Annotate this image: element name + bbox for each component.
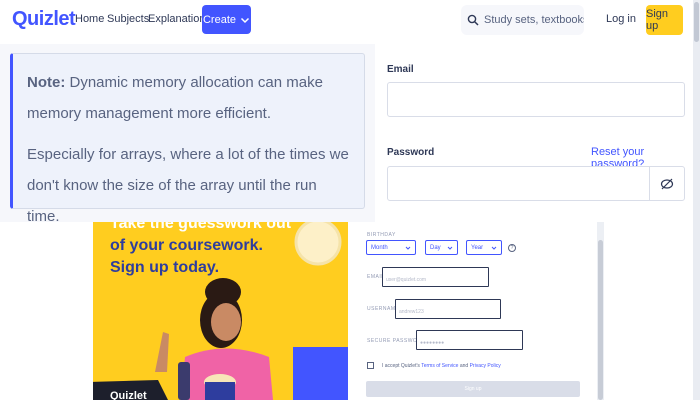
terms-text: I accept Quizlet's Terms of Service and … [382, 363, 501, 369]
signup-email-input[interactable] [383, 271, 488, 289]
quizlet-logo[interactable]: Quizlet [12, 8, 76, 31]
birthday-month-select[interactable]: Month [366, 240, 416, 255]
promo-logo: Quizlet [110, 390, 147, 400]
year-select-label: Year [471, 244, 484, 251]
nav-link-home[interactable]: Home [75, 13, 104, 25]
modal-scrollbar-thumb[interactable] [598, 240, 603, 400]
promo-headline-line1: Take the guesswork out [110, 222, 292, 232]
password-label: Password [387, 147, 435, 158]
note-detail: Especially for arrays, where a lot of th… [27, 146, 349, 225]
chevron-down-icon [491, 246, 497, 250]
day-select-label: Day [430, 244, 441, 251]
chevron-down-icon [240, 17, 250, 23]
accept-terms-checkbox[interactable] [367, 362, 374, 369]
promo-headline: Take the guesswork out of your coursewor… [110, 222, 340, 279]
password-input[interactable] [388, 167, 648, 200]
top-nav: Quizlet Home Subjects Explanations Creat… [0, 0, 700, 40]
terms-and: and [459, 363, 469, 369]
note-paragraph: Note: Dynamic memory allocation can make… [27, 67, 350, 129]
birthday-day-select[interactable]: Day [425, 240, 458, 255]
terms-prefix: I accept Quizlet's [382, 363, 420, 369]
note-text: Dynamic memory allocation can make memor… [27, 74, 323, 122]
email-label: Email [387, 64, 414, 75]
chevron-down-icon [405, 246, 411, 250]
login-link[interactable]: Log in [606, 13, 636, 25]
month-select-label: Month [371, 244, 388, 251]
signup-username-field[interactable] [395, 299, 501, 321]
note-callout: Note: Dynamic memory allocation can make… [10, 53, 365, 225]
signup-password-input[interactable] [417, 334, 522, 352]
toggle-password-visibility-button[interactable] [649, 167, 684, 200]
terms-of-service-link[interactable]: Terms of Service [421, 363, 458, 369]
promo-headline-line3: Sign up today. [110, 259, 220, 276]
password-field[interactable] [387, 166, 685, 201]
email-input[interactable] [388, 83, 684, 116]
create-button[interactable]: Create [202, 5, 251, 34]
login-form: Email Password Reset your password? [375, 44, 693, 222]
page: Quizlet Home Subjects Explanations Creat… [0, 0, 700, 400]
eye-off-icon [660, 178, 674, 189]
privacy-policy-link[interactable]: Privacy Policy [470, 363, 501, 369]
note-panel: Note: Dynamic memory allocation can make… [0, 44, 375, 225]
modal-scrollbar[interactable] [597, 222, 604, 400]
promo-headline-line2: of your coursework. [110, 237, 263, 254]
signup-username-input[interactable] [396, 303, 500, 321]
modal-signup-button[interactable]: Sign up [366, 381, 580, 397]
birthday-year-select[interactable]: Year [466, 240, 502, 255]
signup-password-field[interactable] [416, 330, 523, 352]
help-icon[interactable]: ? [508, 244, 516, 252]
search-icon [467, 14, 479, 26]
chevron-down-icon [447, 246, 453, 250]
page-scrollbar-thumb[interactable] [694, 2, 699, 42]
note-heading: Note: [27, 74, 66, 91]
nav-link-subjects[interactable]: Subjects [107, 13, 149, 25]
birthday-label: BIRTHDAY [367, 232, 396, 238]
email-field[interactable] [387, 82, 685, 117]
signup-button[interactable]: Sign up [646, 5, 683, 35]
signup-modal: BIRTHDAY Month Day Year ? EMAIL USERNAME… [348, 222, 604, 400]
search-bar[interactable] [461, 5, 584, 35]
page-scrollbar[interactable] [693, 0, 700, 400]
signup-email-field[interactable] [382, 267, 489, 289]
search-input[interactable] [484, 14, 584, 26]
create-button-label: Create [202, 13, 237, 26]
signup-promo-banner: Take the guesswork out of your coursewor… [93, 222, 348, 400]
